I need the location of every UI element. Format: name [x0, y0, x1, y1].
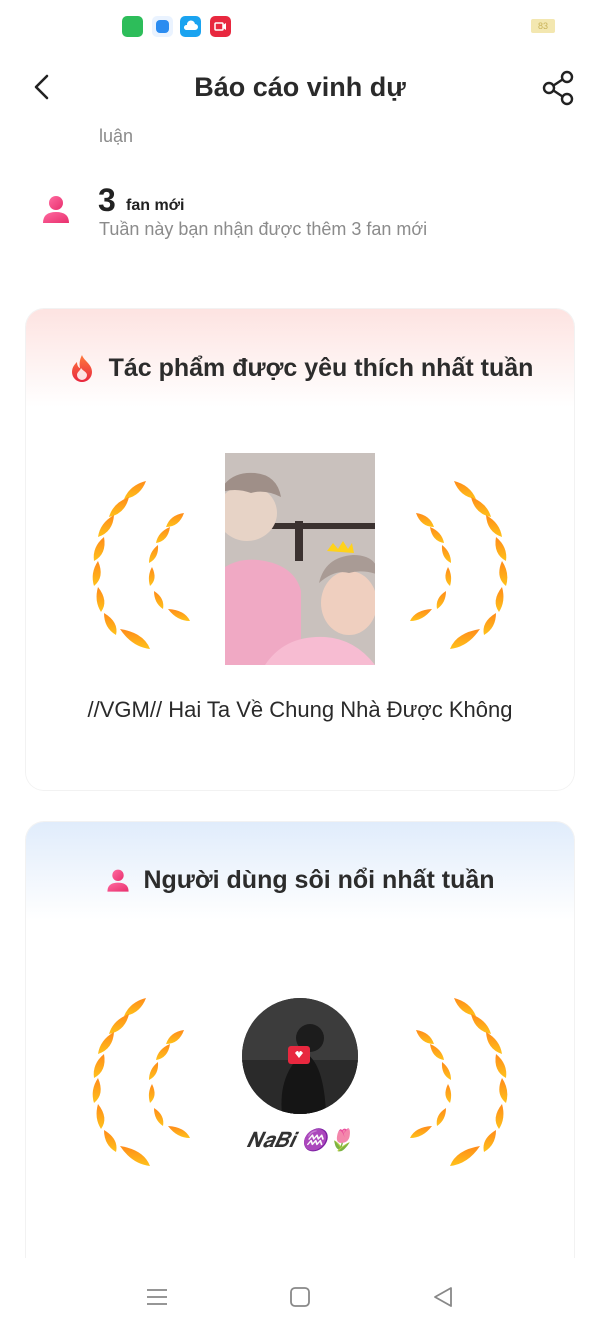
- user-name[interactable]: 𝑵𝒂𝑩𝒊 ♒🌷: [26, 1128, 574, 1153]
- page-title: Báo cáo vinh dự: [194, 72, 406, 102]
- top-user-card: Người dùng sôi nổi nhất tuần 𝑵𝒂𝑩𝒊 ♒🌷: [26, 822, 574, 1282]
- top-work-title: Tác phẩm được yêu thích nhất tuần: [108, 353, 534, 382]
- screen-recorder-icon: [210, 16, 231, 37]
- laurel-right-icon: [410, 481, 508, 649]
- new-fans-label: fan mới: [126, 197, 185, 214]
- user-avatar[interactable]: [242, 998, 358, 1114]
- top-work-header: Tác phẩm được yêu thích nhất tuần: [26, 353, 574, 383]
- system-nav-bar: [0, 1258, 600, 1333]
- top-work-card: Tác phẩm được yêu thích nhất tuần //VGM/…: [26, 309, 574, 790]
- fire-icon: [71, 355, 92, 382]
- laurel-left-icon: [92, 481, 190, 649]
- app-icon: [152, 16, 173, 37]
- work-thumbnail[interactable]: [225, 453, 375, 665]
- previous-item-desc: luận: [99, 126, 134, 146]
- work-title[interactable]: //VGM// Hai Ta Về Chung Nhà Được Không: [26, 697, 574, 723]
- top-user-title: Người dùng sôi nổi nhất tuần: [143, 866, 495, 894]
- app-store-icon: [122, 16, 143, 37]
- menu-icon[interactable]: [144, 1284, 170, 1310]
- top-user-header: Người dùng sôi nổi nhất tuần: [26, 866, 574, 895]
- share-icon: [542, 70, 574, 106]
- status-bar: 83: [0, 0, 600, 52]
- share-button[interactable]: [540, 70, 578, 106]
- battery-indicator: 83: [531, 19, 555, 33]
- upload-app-icon: [180, 16, 201, 37]
- user-icon: [107, 869, 129, 892]
- home-icon[interactable]: [287, 1284, 313, 1310]
- app-header: Báo cáo vinh dự: [0, 52, 600, 124]
- new-fans-description: Tuần này bạn nhận được thêm 3 fan mới: [99, 219, 428, 239]
- fan-user-icon: [40, 194, 72, 226]
- new-fans-count: 3: [98, 182, 116, 218]
- back-triangle-icon[interactable]: [430, 1284, 456, 1310]
